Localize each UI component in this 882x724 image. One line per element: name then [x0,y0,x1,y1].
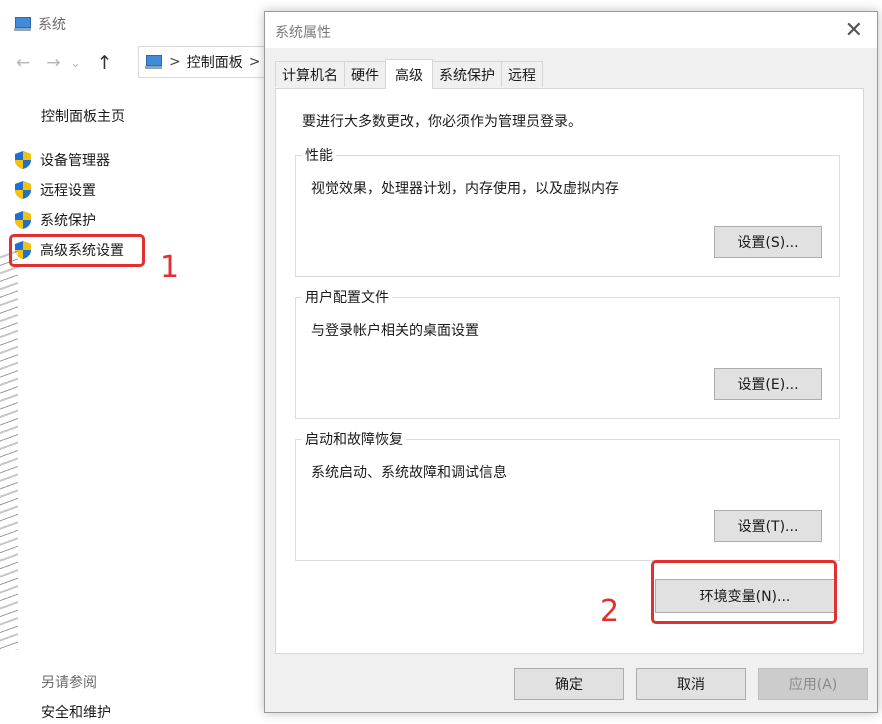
group-title: 用户配置文件 [302,287,392,307]
sidebar-item-label: 远程设置 [40,183,96,199]
breadcrumb-separator: > [169,54,181,70]
see-also-header: 另请参阅 [41,675,97,691]
navigation-bar: ← → ⌄ ↑ [16,52,112,74]
group-title: 启动和故障恢复 [302,429,406,449]
breadcrumb[interactable]: 控制面板 [187,52,243,72]
uac-shield-icon [15,181,31,199]
tab-bar: 计算机名 硬件 高级 系统保护 远程 [275,59,543,89]
annotation-step-number: 1 [160,250,180,285]
annotation-step-number: 2 [600,594,620,629]
security-maintenance-link[interactable]: 安全和维护 [41,702,111,722]
tab-hardware[interactable]: 硬件 [344,61,386,87]
group-description: 与登录帐户相关的桌面设置 [311,323,479,339]
admin-notice: 要进行大多数更改，你必须作为管理员登录。 [302,114,582,130]
dialog-title: 系统属性 [275,25,331,41]
apply-button[interactable]: 应用(A) [758,668,868,700]
sidebar-item-label: 设备管理器 [40,153,110,169]
uac-shield-icon [15,151,31,169]
sidebar-item-device-manager[interactable]: 设备管理器 [14,150,110,170]
up-arrow-icon[interactable]: ↑ [97,52,113,74]
startup-recovery-settings-button[interactable]: 设置(T)... [714,510,822,542]
tab-system-protection[interactable]: 系统保护 [432,61,502,87]
address-bar[interactable]: > 控制面板 > [138,46,268,78]
close-icon[interactable]: ✕ [845,18,863,43]
sidebar-item-remote-settings[interactable]: 远程设置 [14,180,96,200]
group-title: 性能 [302,145,336,165]
tab-computer-name[interactable]: 计算机名 [275,61,345,87]
control-panel-home-link[interactable]: 控制面板主页 [41,106,125,126]
performance-settings-button[interactable]: 设置(S)... [714,226,822,258]
system-properties-dialog: 系统属性 ✕ 计算机名 硬件 高级 系统保护 远程 要进行大多数更改，你必须作为… [264,11,878,713]
startup-recovery-group: 启动和故障恢复 系统启动、系统故障和调试信息 设置(T)... [295,429,840,561]
ok-button[interactable]: 确定 [514,668,624,700]
annotation-highlight-box [651,560,837,624]
group-description: 视觉效果，处理器计划，内存使用，以及虚拟内存 [311,181,619,197]
window-title: 系统 [14,14,66,34]
control-panel-icon [145,55,163,69]
back-arrow-icon[interactable]: ← [16,53,30,73]
uac-shield-icon [15,211,31,229]
forward-arrow-icon[interactable]: → [46,53,60,73]
computer-icon [14,17,32,31]
user-profiles-group: 用户配置文件 与登录帐户相关的桌面设置 设置(E)... [295,287,840,419]
performance-group: 性能 视觉效果，处理器计划，内存使用，以及虚拟内存 设置(S)... [295,145,840,277]
cancel-button[interactable]: 取消 [636,668,746,700]
tab-remote[interactable]: 远程 [501,61,543,87]
group-description: 系统启动、系统故障和调试信息 [311,465,507,481]
dialog-titlebar[interactable]: 系统属性 ✕ [265,12,877,48]
window-title-text: 系统 [38,17,66,33]
breadcrumb-separator: > [248,54,261,70]
annotation-highlight-box [9,234,145,267]
recent-dropdown-icon[interactable]: ⌄ [71,56,81,70]
tab-advanced[interactable]: 高级 [385,59,433,89]
sidebar-item-system-protection[interactable]: 系统保护 [14,210,96,230]
desktop-background-strip [0,250,18,650]
user-profiles-settings-button[interactable]: 设置(E)... [714,368,822,400]
sidebar-item-label: 系统保护 [40,213,96,229]
